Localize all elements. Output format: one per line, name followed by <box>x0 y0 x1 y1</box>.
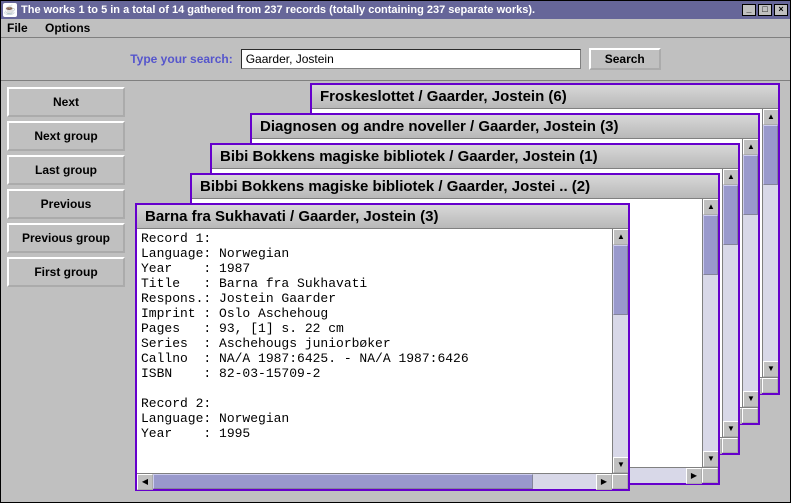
scroll-up-icon[interactable]: ▲ <box>763 109 778 125</box>
vertical-scrollbar[interactable]: ▲ ▼ <box>612 229 628 473</box>
minimize-button[interactable]: _ <box>742 4 756 16</box>
close-button[interactable]: × <box>774 4 788 16</box>
record-text[interactable]: Record 1: Language: Norwegian Year : 198… <box>137 229 612 473</box>
scroll-corner <box>702 468 718 483</box>
vertical-scrollbar[interactable]: ▲ ▼ <box>762 109 778 377</box>
scroll-up-icon[interactable]: ▲ <box>613 229 628 245</box>
scroll-down-icon[interactable]: ▼ <box>703 451 718 467</box>
menubar: File Options <box>1 19 790 38</box>
java-icon: ☕ <box>3 3 17 17</box>
maximize-button[interactable]: □ <box>758 4 772 16</box>
previous-group-button[interactable]: Previous group <box>7 223 125 253</box>
search-input[interactable] <box>241 49 581 69</box>
scroll-up-icon[interactable]: ▲ <box>703 199 718 215</box>
record-window-5[interactable]: Barna fra Sukhavati / Gaarder, Jostein (… <box>135 203 630 491</box>
content-area: Next Next group Last group Previous Prev… <box>1 81 790 502</box>
scroll-down-icon[interactable]: ▼ <box>743 391 758 407</box>
vertical-scrollbar[interactable]: ▲ ▼ <box>702 199 718 467</box>
app-window: ☕ The works 1 to 5 in a total of 14 gath… <box>0 0 791 503</box>
menu-options[interactable]: Options <box>45 21 90 35</box>
next-group-button[interactable]: Next group <box>7 121 125 151</box>
results-area: Froskeslottet / Gaarder, Jostein (6) ▲ ▼… <box>131 81 790 502</box>
search-button[interactable]: Search <box>589 48 661 70</box>
scroll-down-icon[interactable]: ▼ <box>613 457 628 473</box>
last-group-button[interactable]: Last group <box>7 155 125 185</box>
record-title: Barna fra Sukhavati / Gaarder, Jostein (… <box>137 205 628 229</box>
scroll-up-icon[interactable]: ▲ <box>743 139 758 155</box>
vertical-scrollbar[interactable]: ▲ ▼ <box>742 139 758 407</box>
scroll-right-icon[interactable]: ▶ <box>686 468 702 484</box>
sidebar: Next Next group Last group Previous Prev… <box>1 81 131 502</box>
scroll-corner <box>762 378 778 393</box>
scroll-corner <box>612 474 628 489</box>
record-title: Froskeslottet / Gaarder, Jostein (6) <box>312 85 778 109</box>
scroll-corner <box>742 408 758 423</box>
vertical-scrollbar[interactable]: ▲ ▼ <box>722 169 738 437</box>
scroll-up-icon[interactable]: ▲ <box>723 169 738 185</box>
horizontal-scrollbar[interactable]: ◀ ▶ <box>137 473 628 489</box>
record-title: Diagnosen og andre noveller / Gaarder, J… <box>252 115 758 139</box>
previous-button[interactable]: Previous <box>7 189 125 219</box>
next-button[interactable]: Next <box>7 87 125 117</box>
search-bar: Type your search: Search <box>1 38 790 81</box>
scroll-right-icon[interactable]: ▶ <box>596 474 612 490</box>
record-title: Bibi Bokkens magiske bibliotek / Gaarder… <box>212 145 738 169</box>
scroll-down-icon[interactable]: ▼ <box>763 361 778 377</box>
scroll-corner <box>722 438 738 453</box>
window-title: The works 1 to 5 in a total of 14 gather… <box>21 4 742 16</box>
scroll-left-icon[interactable]: ◀ <box>137 474 153 490</box>
scroll-down-icon[interactable]: ▼ <box>723 421 738 437</box>
menu-file[interactable]: File <box>7 21 28 35</box>
titlebar: ☕ The works 1 to 5 in a total of 14 gath… <box>1 1 790 19</box>
record-title: Bibbi Bokkens magiske bibliotek / Gaarde… <box>192 175 718 199</box>
search-label: Type your search: <box>130 52 232 66</box>
first-group-button[interactable]: First group <box>7 257 125 287</box>
